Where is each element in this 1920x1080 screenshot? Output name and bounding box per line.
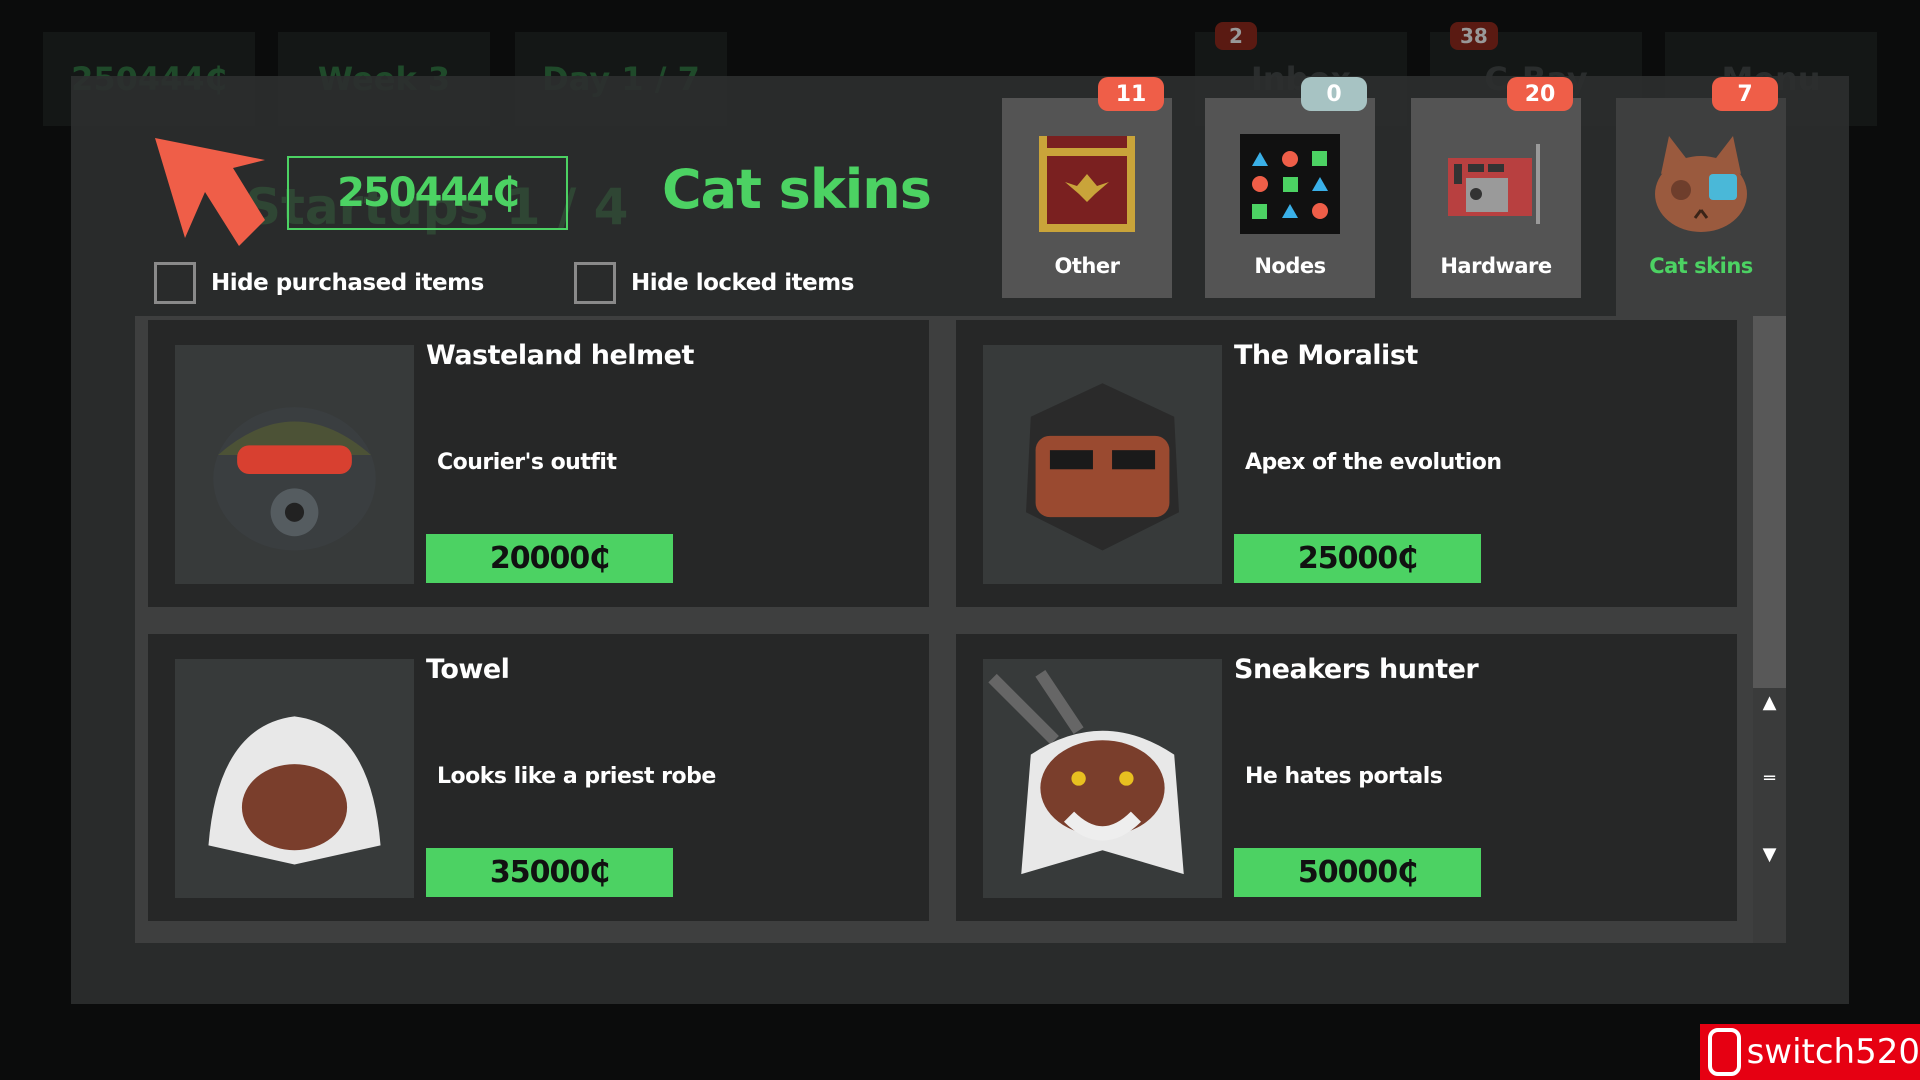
item-description: Looks like a priest robe xyxy=(437,764,716,789)
item-description: He hates portals xyxy=(1245,764,1443,789)
tab-label: Hardware xyxy=(1440,254,1552,278)
item-name: The Moralist xyxy=(1234,340,1418,371)
item-name: Wasteland helmet xyxy=(426,340,694,371)
hide-purchased-label: Hide purchased items xyxy=(211,270,484,296)
tab-cat-skins[interactable]: 7 Cat skins xyxy=(1616,77,1786,316)
item-card[interactable]: Sneakers hunter He hates portals 50000₵ xyxy=(956,634,1737,921)
towel-skin-image xyxy=(175,659,414,898)
hide-locked-label: Hide locked items xyxy=(631,270,854,296)
hud-cbay-badge: 38 xyxy=(1450,22,1498,50)
the-moralist-skin-image xyxy=(983,345,1222,584)
money-value: 250444₵ xyxy=(337,170,520,216)
tab-badge: 20 xyxy=(1507,77,1573,111)
item-description: Courier's outfit xyxy=(437,450,617,475)
scroll-down-icon[interactable]: ▼ xyxy=(1753,844,1786,865)
tab-label: Other xyxy=(1054,254,1120,278)
switch-logo-icon xyxy=(1708,1028,1741,1076)
graphics-card-icon xyxy=(1448,144,1540,224)
tab-badge: 7 xyxy=(1712,77,1778,111)
tab-other[interactable]: 11 Other xyxy=(1002,77,1172,298)
tab-badge: 0 xyxy=(1301,77,1367,111)
tab-hardware[interactable]: 20 Hardware xyxy=(1411,77,1581,298)
buy-button[interactable]: 20000₵ xyxy=(426,534,673,583)
buy-button[interactable]: 25000₵ xyxy=(1234,534,1481,583)
scroll-handle-icon: ═ xyxy=(1764,768,1775,789)
item-card[interactable]: The Moralist Apex of the evolution 25000… xyxy=(956,320,1737,607)
items-grid: Wasteland helmet Courier's outfit 20000₵… xyxy=(135,316,1753,943)
hud-inbox-badge: 2 xyxy=(1215,22,1257,50)
item-price: 25000₵ xyxy=(1297,541,1418,576)
watermark: switch520 xyxy=(1700,1024,1920,1080)
item-description: Apex of the evolution xyxy=(1245,450,1502,475)
back-arrow-button[interactable] xyxy=(155,138,265,248)
watermark-text: switch520 xyxy=(1746,1032,1920,1072)
item-price: 50000₵ xyxy=(1297,855,1418,890)
item-price: 20000₵ xyxy=(489,541,610,576)
sneakers-hunter-skin-image xyxy=(983,659,1222,898)
wasteland-helmet-skin-image xyxy=(175,345,414,584)
hide-locked-checkbox[interactable] xyxy=(574,262,616,304)
item-name: Towel xyxy=(426,654,510,685)
item-price: 35000₵ xyxy=(489,855,610,890)
item-card[interactable]: Towel Looks like a priest robe 35000₵ xyxy=(148,634,929,921)
money-display: 250444₵ xyxy=(287,156,568,230)
item-name: Sneakers hunter xyxy=(1234,654,1479,685)
node-shapes-icon xyxy=(1240,134,1340,234)
hide-purchased-checkbox[interactable] xyxy=(154,262,196,304)
scroll-up-icon[interactable]: ▲ xyxy=(1753,692,1786,713)
scrollbar-thumb[interactable] xyxy=(1753,316,1786,688)
scrollbar[interactable]: ▲ ═ ▼ xyxy=(1753,316,1786,943)
imperial-banner-icon xyxy=(1039,136,1135,232)
tab-nodes[interactable]: 0 Nodes xyxy=(1205,77,1375,298)
tab-badge: 11 xyxy=(1098,77,1164,111)
tab-label: Cat skins xyxy=(1649,254,1753,278)
tab-label: Nodes xyxy=(1254,254,1326,278)
cat-cyborg-icon xyxy=(1655,136,1747,232)
buy-button[interactable]: 35000₵ xyxy=(426,848,673,897)
item-card[interactable]: Wasteland helmet Courier's outfit 20000₵ xyxy=(148,320,929,607)
buy-button[interactable]: 50000₵ xyxy=(1234,848,1481,897)
page-title: Cat skins xyxy=(662,158,932,221)
